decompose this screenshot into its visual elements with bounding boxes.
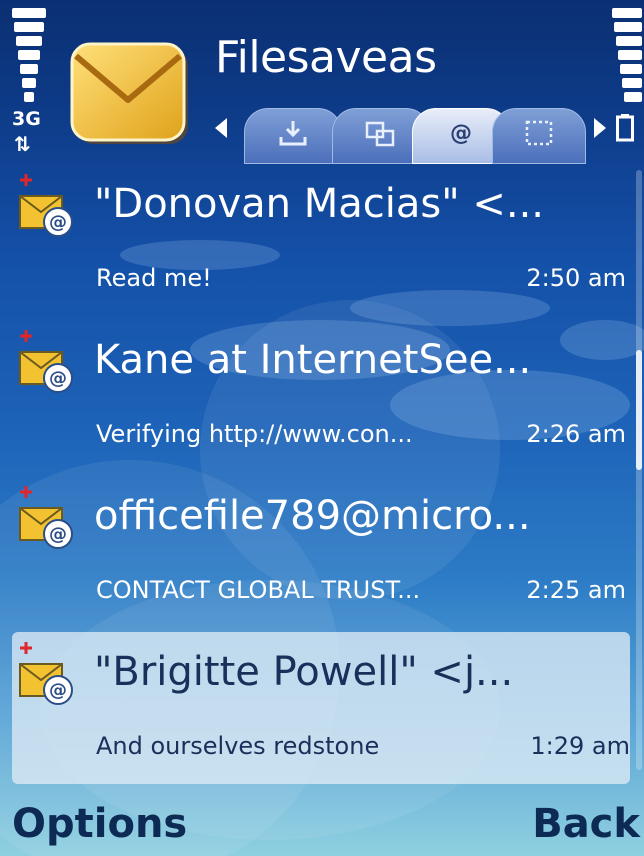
email-message-icon: @ bbox=[19, 351, 73, 393]
scrollbar-thumb[interactable] bbox=[636, 350, 642, 470]
message-preview: Verifying http://www.con... bbox=[96, 420, 413, 448]
folders-icon bbox=[365, 121, 395, 147]
message-row-selected[interactable]: @ "Brigitte Powell" <j... And ourselves … bbox=[12, 632, 630, 784]
back-softkey[interactable]: Back bbox=[532, 804, 640, 844]
message-row[interactable]: @ officefile789@micro... CONTACT GLOBAL … bbox=[0, 476, 630, 628]
message-preview: And ourselves redstone bbox=[96, 732, 380, 760]
svg-text:@: @ bbox=[49, 524, 67, 545]
email-message-icon: @ bbox=[19, 507, 73, 549]
battery-icon bbox=[616, 114, 634, 142]
message-time: 2:25 am bbox=[526, 576, 626, 604]
new-message-icon bbox=[20, 642, 32, 654]
message-preview: Read me! bbox=[96, 264, 212, 292]
tab-inbox[interactable] bbox=[244, 108, 342, 164]
options-softkey[interactable]: Options bbox=[12, 804, 187, 844]
softkey-bar: Options Back bbox=[0, 786, 644, 856]
download-icon bbox=[279, 121, 307, 146]
message-sender: "Donovan Macias" <... bbox=[94, 181, 544, 227]
new-message-icon bbox=[20, 486, 32, 498]
messaging-envelope-icon bbox=[70, 42, 188, 144]
tab-scroll-right-icon[interactable] bbox=[592, 118, 606, 138]
mailbox-screen: 3G ⇅ Filesaveas @ @ "Donovan Macias" <..… bbox=[0, 0, 644, 856]
svg-text:@: @ bbox=[49, 680, 67, 701]
message-row[interactable]: @ "Donovan Macias" <... Read me! 2:50 am bbox=[0, 164, 630, 316]
data-transfer-icon: ⇅ bbox=[14, 132, 31, 156]
message-sender: "Brigitte Powell" <j... bbox=[94, 649, 514, 695]
svg-text:@: @ bbox=[49, 368, 67, 389]
message-time: 2:50 am bbox=[526, 264, 626, 292]
svg-text:@: @ bbox=[49, 212, 67, 233]
tab-drafts[interactable] bbox=[492, 108, 586, 164]
new-message-icon bbox=[20, 330, 32, 342]
tab-scroll-left-icon[interactable] bbox=[215, 118, 229, 138]
scrollbar[interactable] bbox=[636, 170, 642, 770]
message-row[interactable]: @ Kane at InternetSee... Verifying http:… bbox=[0, 320, 630, 472]
email-message-icon: @ bbox=[19, 663, 73, 705]
new-message-icon bbox=[20, 174, 32, 186]
message-time: 1:29 am bbox=[530, 732, 630, 760]
message-time: 2:26 am bbox=[526, 420, 626, 448]
email-message-icon: @ bbox=[19, 195, 73, 237]
network-type-label: 3G bbox=[12, 108, 41, 130]
message-sender: Kane at InternetSee... bbox=[94, 337, 532, 383]
message-sender: officefile789@micro... bbox=[94, 493, 531, 539]
message-preview: CONTACT GLOBAL TRUST... bbox=[96, 576, 421, 604]
dotted-box-icon bbox=[525, 120, 553, 146]
page-title: Filesaveas bbox=[215, 32, 437, 83]
